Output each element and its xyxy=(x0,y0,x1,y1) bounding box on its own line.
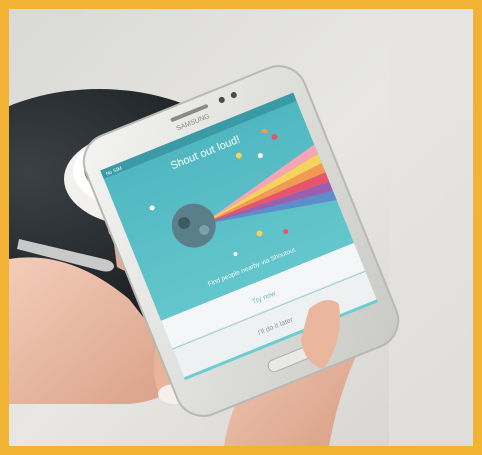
phone-in-hands-photo: SAMSUNG No SIM Shout out loud! Find peop… xyxy=(9,9,473,446)
photo-illustration: SAMSUNG No SIM Shout out loud! Find peop… xyxy=(9,9,473,446)
